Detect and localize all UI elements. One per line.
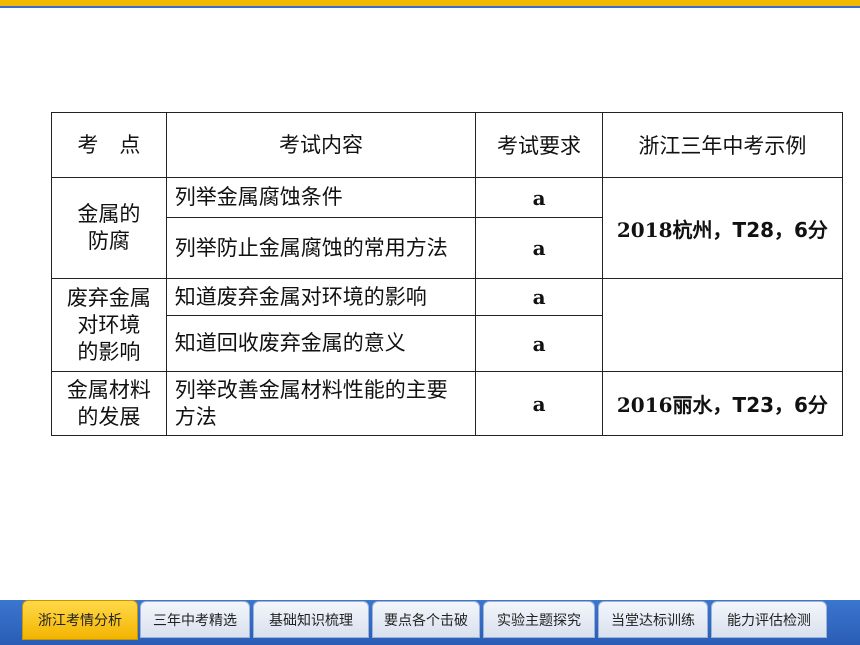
header-content: 考试内容 bbox=[165, 112, 477, 178]
topic-cell: 废弃金属 对环境 的影响 bbox=[51, 278, 167, 372]
table-row: 金属的 防腐 列举金属腐蚀条件 a 2018杭州，T28，6分 bbox=[51, 177, 844, 279]
grade-cell: a bbox=[475, 371, 603, 436]
bottom-nav-bar: 浙江考情分析 三年中考精选 基础知识梳理 要点各个击破 实验主题探究 当堂达标训… bbox=[0, 600, 860, 645]
example-text: 杭州，T28，6分 bbox=[672, 217, 828, 242]
topic-cell: 金属的 防腐 bbox=[51, 177, 167, 279]
content-cell: 列举防止金属腐蚀的常用方法 bbox=[165, 217, 477, 279]
example-cell: 2016丽水，T23，6分 bbox=[601, 371, 844, 436]
exam-points-table: 考 点 考试内容 考试要求 浙江三年中考示例 金属的 防腐 列举金属腐蚀条件 a… bbox=[51, 112, 844, 436]
header-topic: 考 点 bbox=[51, 112, 167, 178]
grade-cell: a bbox=[475, 315, 603, 372]
top-accent-bar bbox=[0, 0, 860, 8]
content-cell: 知道回收废弃金属的意义 bbox=[165, 315, 477, 372]
tab-basic-knowledge[interactable]: 基础知识梳理 bbox=[253, 601, 369, 638]
example-cell bbox=[601, 278, 844, 372]
topic-line: 的影响 bbox=[77, 339, 141, 364]
example-cell: 2018杭州，T28，6分 bbox=[601, 177, 844, 279]
table-row: 废弃金属 对环境 的影响 知道废弃金属对环境的影响 a bbox=[51, 278, 844, 372]
topic-line: 防腐 bbox=[87, 229, 130, 253]
example-year: 2016 bbox=[616, 393, 673, 417]
grade-cell: a bbox=[475, 217, 603, 279]
header-example: 浙江三年中考示例 bbox=[601, 112, 844, 178]
tab-ability-assessment[interactable]: 能力评估检测 bbox=[711, 601, 827, 638]
grade-cell: a bbox=[475, 278, 603, 316]
table-row: 金属材料 的发展 列举改善金属材料性能的主要方法 a 2016丽水，T23，6分 bbox=[51, 371, 844, 436]
tab-three-year-selection[interactable]: 三年中考精选 bbox=[140, 601, 250, 638]
table-header-row: 考 点 考试内容 考试要求 浙江三年中考示例 bbox=[51, 112, 844, 178]
topic-line: 废弃金属 bbox=[66, 285, 151, 310]
content-cell: 列举金属腐蚀条件 bbox=[165, 177, 477, 218]
grade-cell: a bbox=[475, 177, 603, 218]
example-text: 丽水，T23，6分 bbox=[672, 393, 828, 417]
topic-line: 对环境 bbox=[77, 312, 141, 337]
content-cell: 列举改善金属材料性能的主要方法 bbox=[165, 371, 477, 436]
tab-key-points[interactable]: 要点各个击破 bbox=[372, 601, 480, 638]
topic-line: 金属的 bbox=[77, 202, 141, 226]
example-year: 2018 bbox=[616, 217, 673, 242]
tab-class-practice[interactable]: 当堂达标训练 bbox=[598, 601, 708, 638]
content-cell: 知道废弃金属对环境的影响 bbox=[165, 278, 477, 316]
topic-line: 金属材料 bbox=[66, 377, 151, 402]
tab-zhejiang-analysis[interactable]: 浙江考情分析 bbox=[22, 600, 138, 640]
header-requirement: 考试要求 bbox=[475, 112, 603, 178]
topic-cell: 金属材料 的发展 bbox=[51, 371, 167, 436]
tab-experiment-inquiry[interactable]: 实验主题探究 bbox=[483, 601, 595, 638]
topic-line: 的发展 bbox=[77, 404, 141, 429]
